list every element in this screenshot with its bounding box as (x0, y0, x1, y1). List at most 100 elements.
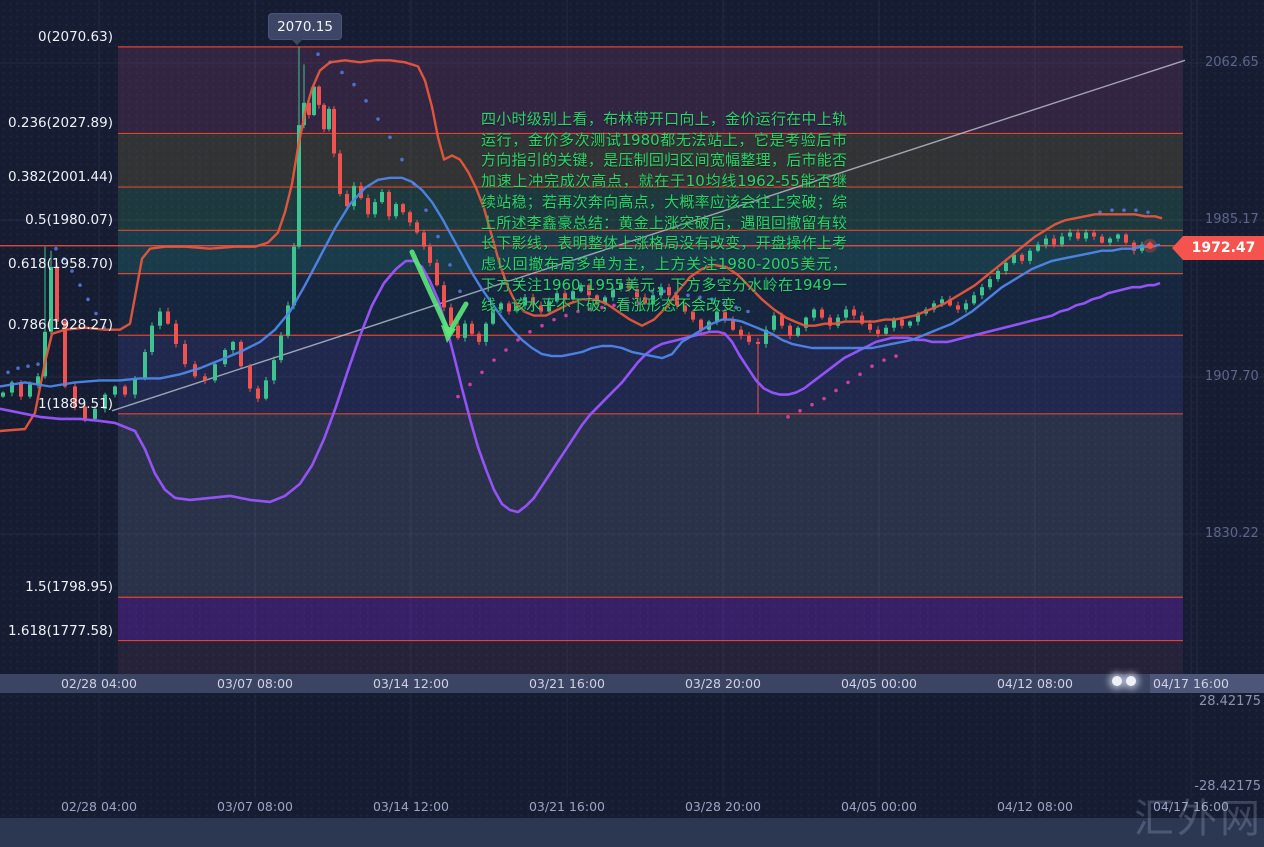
candle-body[interactable] (264, 380, 268, 398)
candle-body[interactable] (338, 153, 342, 194)
candle-body[interactable] (113, 386, 117, 394)
candle-body[interactable] (345, 194, 349, 206)
candle-body[interactable] (788, 326, 792, 336)
sar-dot-blue (388, 135, 392, 139)
candle-body[interactable] (756, 342, 760, 344)
candle-body[interactable] (900, 320, 904, 326)
candle-body[interactable] (19, 382, 23, 396)
candle-body[interactable] (150, 326, 154, 352)
candle-body[interactable] (876, 330, 880, 334)
candle-body[interactable] (1044, 239, 1048, 245)
candle-body[interactable] (256, 388, 260, 398)
candle-body[interactable] (1076, 232, 1080, 238)
candle-body[interactable] (868, 324, 872, 330)
candle-body[interactable] (1004, 263, 1008, 271)
candle-body[interactable] (248, 366, 252, 388)
candle-body[interactable] (1116, 235, 1120, 239)
candle-body[interactable] (387, 192, 391, 216)
sar-dot-magenta (810, 403, 814, 407)
time-axis-strip[interactable]: 02/28 04:0003/07 08:0003/14 12:0003/21 1… (0, 674, 1264, 693)
candle-body[interactable] (956, 305, 960, 309)
candle-body[interactable] (322, 105, 326, 129)
timeframe-toolbar (0, 818, 1264, 847)
candle-body[interactable] (1108, 239, 1112, 243)
candle-body[interactable] (1100, 237, 1104, 243)
candle-body[interactable] (1028, 251, 1032, 261)
candle-body[interactable] (1092, 232, 1096, 236)
sar-dot-magenta (552, 318, 556, 322)
candle-body[interactable] (408, 212, 412, 222)
macd-indicator-panel[interactable] (0, 692, 1264, 798)
candle-body[interactable] (428, 247, 432, 263)
candle-body[interactable] (327, 109, 331, 129)
candle-body[interactable] (470, 324, 474, 334)
candle-body[interactable] (231, 342, 235, 350)
candle-body[interactable] (380, 192, 384, 202)
candle-body[interactable] (401, 204, 405, 212)
candle-body[interactable] (908, 322, 912, 326)
candle-body[interactable] (292, 247, 296, 306)
fib-level-label: 0.5(1980.07) (0, 212, 113, 228)
candle-body[interactable] (1068, 232, 1072, 236)
candle-body[interactable] (422, 232, 426, 246)
time-axis-label: 03/07 08:00 (217, 676, 293, 691)
candle-body[interactable] (852, 309, 856, 315)
candle-body[interactable] (1124, 235, 1128, 243)
candle-body[interactable] (980, 287, 984, 295)
candle-body[interactable] (435, 263, 439, 285)
candle-body[interactable] (456, 326, 460, 338)
candle-body[interactable] (183, 344, 187, 364)
sar-dot-blue (340, 71, 344, 75)
candle-body[interactable] (477, 334, 481, 342)
candle-body[interactable] (317, 87, 321, 105)
pager-dots[interactable] (1112, 676, 1136, 686)
candle-body[interactable] (972, 295, 976, 303)
candle-body[interactable] (996, 271, 1000, 279)
candle-body[interactable] (133, 378, 137, 394)
candle-body[interactable] (123, 386, 127, 394)
candle-body[interactable] (988, 279, 992, 287)
candle-body[interactable] (366, 198, 370, 214)
candle-body[interactable] (964, 303, 968, 309)
sar-dot-blue (1134, 208, 1138, 212)
candle-body[interactable] (272, 360, 276, 380)
candle-body[interactable] (394, 204, 398, 216)
candle-body[interactable] (1060, 237, 1064, 245)
candle-body[interactable] (239, 342, 243, 366)
trading-chart-window: 0(2070.63)0.236(2027.89)0.382(2001.44)0.… (0, 0, 1264, 847)
candle-body[interactable] (203, 376, 207, 380)
candle-body[interactable] (1020, 255, 1024, 261)
candle-body[interactable] (484, 324, 488, 342)
candle-body[interactable] (286, 305, 290, 335)
candle-body[interactable] (143, 352, 147, 378)
candle-body[interactable] (279, 336, 283, 360)
candle-body[interactable] (28, 384, 32, 396)
time-axis-label: 03/07 08:00 (217, 799, 293, 814)
candle-body[interactable] (332, 109, 336, 154)
candle-body[interactable] (1084, 232, 1088, 238)
candle-body[interactable] (1052, 239, 1056, 245)
fib-level-label: 0(2070.63) (0, 29, 113, 45)
sar-dot-blue (6, 370, 10, 374)
pager-dot-icon[interactable] (1112, 676, 1122, 686)
candle-body[interactable] (166, 312, 170, 324)
pager-dot-icon[interactable] (1126, 676, 1136, 686)
sar-dot-magenta (786, 415, 790, 419)
candle-body[interactable] (463, 324, 467, 338)
candle-body[interactable] (158, 312, 162, 326)
candle-body[interactable] (213, 364, 217, 380)
candle-body[interactable] (174, 324, 178, 344)
candle-body[interactable] (373, 202, 377, 214)
candle-body[interactable] (884, 328, 888, 334)
candle-body[interactable] (892, 320, 896, 328)
candle-body[interactable] (772, 316, 776, 330)
candle-body[interactable] (415, 222, 419, 232)
candle-body[interactable] (55, 267, 59, 322)
candle-body[interactable] (739, 330, 743, 336)
candle-body[interactable] (442, 285, 446, 307)
candle-body[interactable] (1036, 245, 1040, 251)
candle-body[interactable] (352, 186, 356, 206)
candle-body[interactable] (796, 328, 800, 336)
candle-body[interactable] (747, 336, 751, 342)
main-price-chart[interactable] (0, 0, 1264, 674)
